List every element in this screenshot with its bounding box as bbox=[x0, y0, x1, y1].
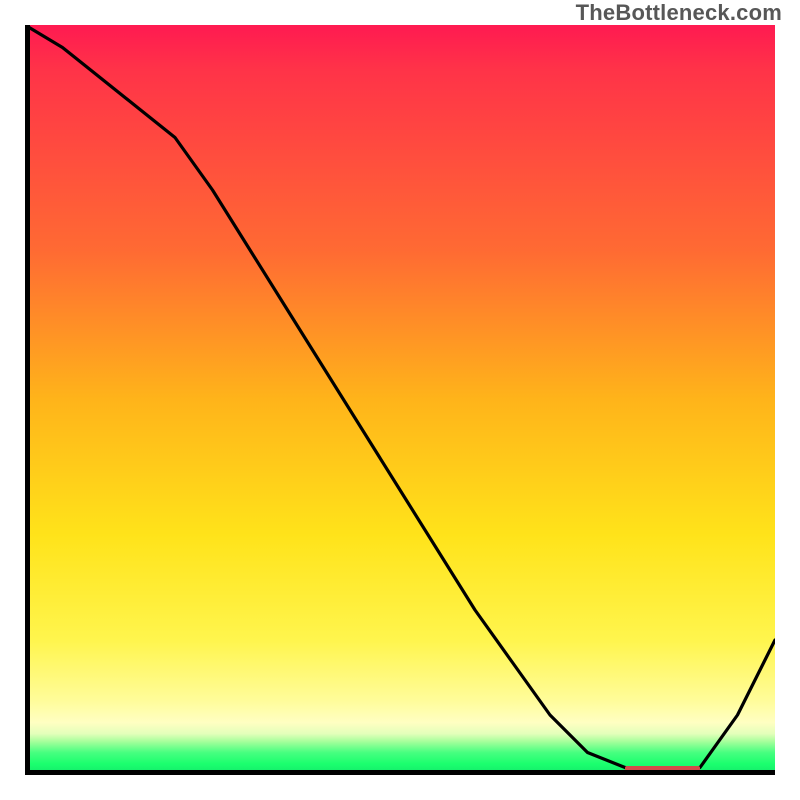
attribution-label: TheBottleneck.com bbox=[576, 0, 782, 26]
chart-frame: TheBottleneck.com bbox=[0, 0, 800, 800]
heat-gradient-background bbox=[25, 25, 775, 775]
optimum-range-marker bbox=[625, 766, 700, 774]
plot-area bbox=[25, 25, 775, 775]
